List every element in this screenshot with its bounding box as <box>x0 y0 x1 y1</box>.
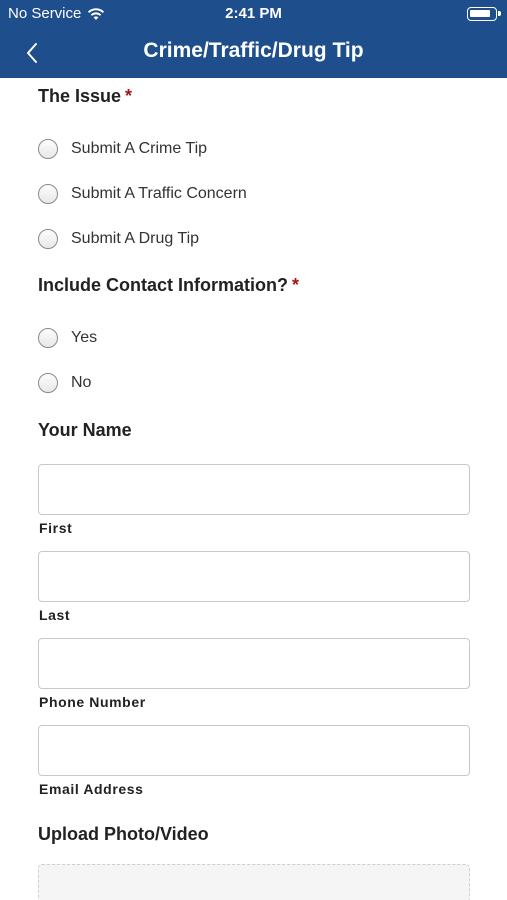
page-title: Crime/Traffic/Drug Tip <box>143 39 364 62</box>
contact-heading-text: Include Contact Information? <box>38 275 288 295</box>
radio-label: Yes <box>71 329 98 346</box>
contact-heading: Include Contact Information? * <box>38 275 299 296</box>
radio-label: Submit A Drug Tip <box>71 230 200 247</box>
radio-label: No <box>71 374 92 391</box>
battery-icon <box>467 7 501 21</box>
first-name-input[interactable] <box>38 464 470 515</box>
radio-button[interactable] <box>38 184 58 204</box>
radio-contact-yes[interactable]: Yes <box>38 328 97 348</box>
radio-crime-tip[interactable]: Submit A Crime Tip <box>38 139 207 159</box>
radio-label: Submit A Crime Tip <box>71 140 208 157</box>
upload-dropzone[interactable] <box>38 864 470 900</box>
required-marker: * <box>292 275 300 295</box>
radio-traffic-concern[interactable]: Submit A Traffic Concern <box>38 184 247 204</box>
status-time: 2:41 PM <box>225 5 282 22</box>
radio-button[interactable] <box>38 328 58 348</box>
radio-contact-no[interactable]: No <box>38 373 91 393</box>
first-name-label: First <box>39 520 73 536</box>
issue-heading-text: The Issue <box>38 86 122 106</box>
email-address-label: Email Address <box>39 781 144 797</box>
email-address-input[interactable] <box>38 725 470 776</box>
nav-bar: Crime/Traffic/Drug Tip <box>0 28 507 78</box>
required-marker: * <box>125 86 133 106</box>
radio-button[interactable] <box>38 373 58 393</box>
last-name-label: Last <box>39 607 71 623</box>
radio-button[interactable] <box>38 229 58 249</box>
radio-drug-tip[interactable]: Submit A Drug Tip <box>38 229 199 249</box>
issue-heading: The Issue * <box>38 86 132 107</box>
phone-number-input[interactable] <box>38 638 470 689</box>
form-content: The Issue * Submit A Crime Tip Submit A T… <box>0 78 507 900</box>
radio-label: Submit A Traffic Concern <box>71 185 247 202</box>
status-bar: No Service 2:41 PM <box>0 0 507 28</box>
radio-button[interactable] <box>38 139 58 159</box>
phone-number-label: Phone Number <box>39 694 146 710</box>
name-heading: Your Name <box>38 420 132 440</box>
last-name-input[interactable] <box>38 551 470 602</box>
upload-heading: Upload Photo/Video <box>38 824 209 844</box>
